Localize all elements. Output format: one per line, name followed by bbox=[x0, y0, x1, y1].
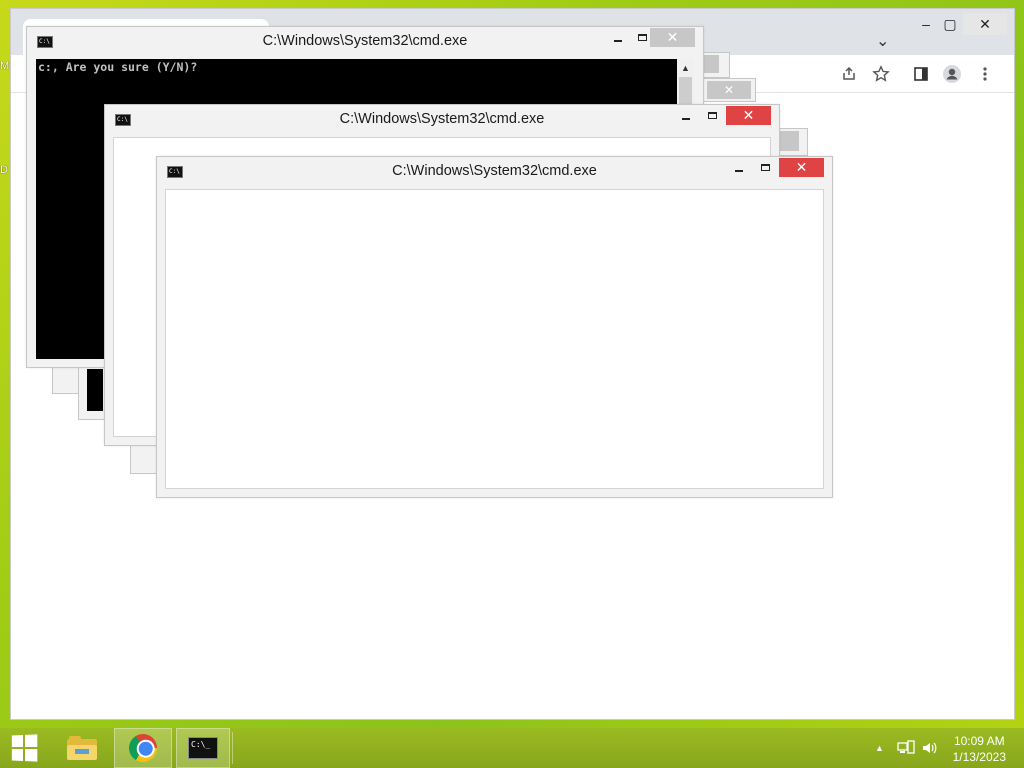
network-icon[interactable] bbox=[897, 728, 915, 768]
chrome-close-button[interactable]: ✕ bbox=[963, 13, 1007, 35]
scroll-thumb[interactable] bbox=[679, 77, 692, 107]
maximize-button[interactable] bbox=[699, 106, 725, 125]
console-fragment bbox=[87, 369, 103, 411]
minimize-button[interactable] bbox=[726, 158, 752, 177]
folder-icon bbox=[67, 736, 97, 760]
chrome-taskbar-button[interactable] bbox=[114, 728, 172, 768]
taskbar-divider bbox=[232, 732, 234, 764]
window-title: C:\Windows\System32\cmd.exe bbox=[262, 33, 468, 49]
minimize-button[interactable] bbox=[673, 106, 699, 125]
show-hidden-icons-button[interactable]: ▲ bbox=[875, 728, 884, 768]
share-icon[interactable] bbox=[838, 63, 860, 85]
minimize-button[interactable] bbox=[605, 28, 631, 47]
console-area[interactable] bbox=[165, 189, 824, 489]
menu-icon[interactable] bbox=[974, 63, 996, 85]
file-explorer-button[interactable] bbox=[58, 728, 106, 768]
desktop-icon-label-fragment[interactable]: D bbox=[0, 164, 8, 176]
star-icon[interactable] bbox=[870, 63, 892, 85]
profile-icon[interactable] bbox=[941, 63, 963, 85]
window-titlebar[interactable]: C:\ C:\Windows\System32\cmd.exe ✕ bbox=[27, 27, 703, 57]
cmd-window-3[interactable]: C:\ C:\Windows\System32\cmd.exe ✕ bbox=[156, 156, 833, 498]
close-button[interactable]: ✕ bbox=[779, 158, 824, 177]
chrome-maximize-button[interactable]: ▢ bbox=[933, 13, 967, 35]
clock-date: 1/13/2023 bbox=[952, 750, 1006, 764]
taskbar: C:\_ ▲ 10:09 AM 1/13/2023 bbox=[0, 728, 1024, 768]
side-panel-icon[interactable] bbox=[910, 63, 932, 85]
window-titlebar[interactable]: C:\ C:\Windows\System32\cmd.exe ✕ bbox=[105, 105, 779, 135]
system-clock[interactable]: 10:09 AM 1/13/2023 bbox=[953, 733, 1006, 765]
tab-search-icon[interactable]: ⌄ bbox=[876, 31, 889, 51]
maximize-button[interactable] bbox=[752, 158, 778, 177]
cmd-icon: C:\_ bbox=[188, 737, 218, 759]
windows-logo-icon bbox=[11, 734, 38, 762]
chrome-icon bbox=[123, 728, 163, 768]
cmd-taskbar-button[interactable]: C:\_ bbox=[176, 728, 230, 768]
window-edge: ✕ bbox=[700, 78, 756, 102]
clock-time: 10:09 AM bbox=[953, 734, 1005, 748]
start-button[interactable] bbox=[0, 728, 48, 768]
close-button[interactable]: ✕ bbox=[726, 106, 771, 125]
desktop-icon-label-fragment[interactable]: M bbox=[0, 60, 9, 72]
window-titlebar[interactable]: C:\ C:\Windows\System32\cmd.exe ✕ bbox=[157, 157, 832, 187]
close-button[interactable]: ✕ bbox=[650, 28, 695, 47]
volume-icon[interactable] bbox=[921, 728, 939, 768]
scroll-up-icon[interactable]: ▲ bbox=[677, 59, 694, 76]
